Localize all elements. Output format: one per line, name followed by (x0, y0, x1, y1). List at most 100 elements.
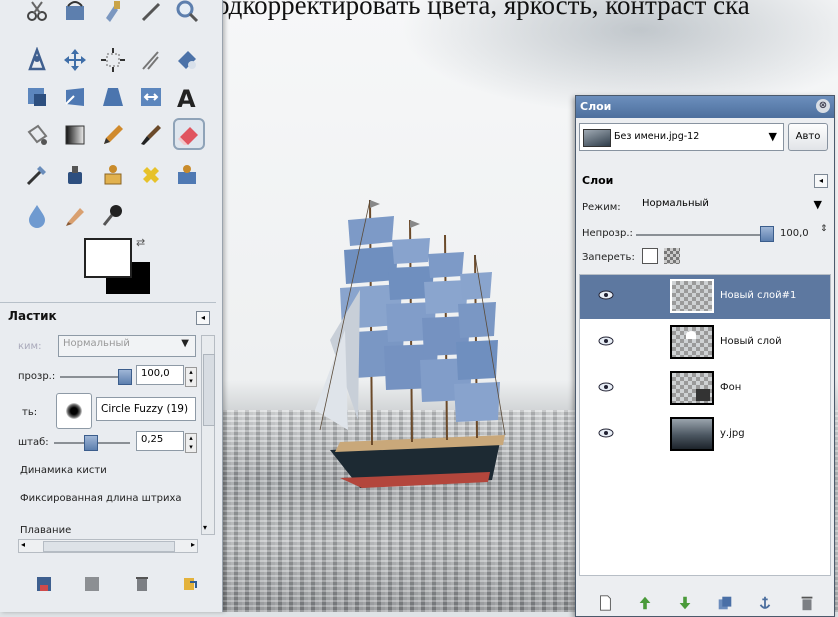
perspective-clone-icon[interactable] (172, 160, 202, 190)
layer-thumbnail (670, 279, 714, 313)
layer-row[interactable]: Новый слой (580, 321, 830, 365)
move-icon[interactable] (60, 45, 90, 75)
spinner-icon[interactable]: ⇕ (820, 224, 828, 234)
flip-icon[interactable] (98, 82, 128, 112)
new-layer-icon[interactable] (596, 594, 616, 614)
scale-icon[interactable] (172, 45, 202, 75)
airbrush-icon[interactable] (22, 160, 52, 190)
raise-layer-icon[interactable] (636, 594, 656, 614)
document-caption: еще подкорректировать цвета, яркость, ко… (150, 0, 750, 20)
lower-layer-icon[interactable] (676, 594, 696, 614)
foreground-color-swatch[interactable] (84, 238, 132, 278)
layer-name: Фон (720, 382, 742, 393)
layer-row[interactable]: Фон (580, 367, 830, 411)
vertical-scrollbar[interactable]: ▾ (201, 335, 215, 535)
rotate-icon[interactable] (136, 45, 166, 75)
layer-row[interactable]: у.jpg (580, 413, 830, 457)
measure-icon[interactable] (136, 0, 166, 26)
panel-menu-icon[interactable]: ◂ (196, 311, 210, 325)
scroll-down-icon[interactable]: ▾ (203, 523, 207, 532)
save-preset-icon[interactable] (34, 574, 54, 594)
bucket-fill-icon[interactable] (22, 120, 52, 150)
eraser-icon[interactable] (173, 118, 205, 150)
eye-icon[interactable] (598, 382, 614, 392)
mode-label: ким: (18, 341, 42, 352)
scale-slider-knob[interactable] (84, 435, 98, 451)
layer-opacity-slider-knob[interactable] (760, 226, 774, 242)
scale-value-field[interactable]: 0,25 (136, 431, 184, 451)
layer-opacity-slider-track[interactable] (636, 234, 762, 236)
image-selector[interactable]: Без имени.jpg-12 ▼ (579, 123, 784, 151)
scale-spinner[interactable]: ▴ ▾ (185, 433, 197, 453)
eye-icon[interactable] (598, 336, 614, 346)
lock-label: Запереть: (582, 252, 635, 263)
horizontal-scrollbar[interactable]: ◂ ▸ (18, 539, 198, 553)
transform-icon[interactable] (136, 82, 166, 112)
reset-icon[interactable] (180, 574, 200, 594)
scissors-icon[interactable] (22, 0, 52, 26)
brush-dynamics-option[interactable]: Динамика кисти (20, 465, 107, 476)
layer-mode-value: Нормальный (642, 198, 709, 209)
image-name: Без имени.jpg-12 (614, 131, 700, 142)
chevron-down-icon: ▼ (181, 338, 189, 349)
mode-select-value: Нормальный (63, 338, 130, 349)
mode-select[interactable]: Нормальный ▼ (58, 335, 196, 357)
ink-icon[interactable] (60, 160, 90, 190)
delete-preset-icon[interactable] (132, 574, 152, 594)
pencil-icon[interactable] (98, 120, 128, 150)
anchor-layer-icon[interactable] (756, 594, 776, 614)
next-option-clipped[interactable]: Плавание (20, 525, 71, 533)
brush-preview-icon (66, 403, 82, 419)
text-icon[interactable]: A (172, 82, 202, 112)
eye-icon[interactable] (598, 428, 614, 438)
layer-opacity-value[interactable]: 100,0 (780, 228, 809, 239)
brush-name-field[interactable]: Circle Fuzzy (19) (96, 397, 196, 421)
blend-icon[interactable] (60, 120, 90, 150)
tool-options-bottom-bar (0, 566, 216, 606)
svg-text:A: A (177, 85, 196, 110)
auto-button[interactable]: Авто (788, 123, 828, 151)
delete-layer-icon[interactable] (798, 594, 818, 614)
blur-icon[interactable] (22, 200, 52, 230)
layer-thumbnail (670, 325, 714, 359)
lock-pixels-checkbox[interactable] (642, 248, 658, 264)
scrollbar-thumb[interactable] (203, 354, 215, 426)
paths-icon[interactable] (60, 0, 90, 26)
perspective-icon[interactable] (60, 82, 90, 112)
color-indicator[interactable]: ⇄ (84, 236, 154, 296)
opacity-slider-knob[interactable] (118, 369, 132, 385)
panel-menu-icon[interactable]: ◂ (814, 174, 828, 188)
eye-icon[interactable] (598, 290, 614, 300)
zoom-icon[interactable] (172, 0, 202, 26)
scroll-right-icon[interactable]: ▸ (191, 540, 195, 549)
color-picker-icon[interactable] (98, 0, 128, 26)
scroll-left-icon[interactable]: ◂ (21, 540, 25, 549)
layers-bottom-bar (576, 590, 834, 616)
fixed-stroke-length-option[interactable]: Фиксированная длина штриха (20, 493, 182, 504)
smudge-icon[interactable] (60, 200, 90, 230)
lock-alpha-icon[interactable] (664, 248, 680, 264)
align-icon[interactable] (22, 45, 52, 75)
layer-name: Новый слой (720, 336, 782, 347)
layer-mode-select[interactable]: Нормальный ▼ (638, 196, 828, 218)
opacity-spinner[interactable]: ▴ ▾ (185, 367, 197, 387)
dodge-burn-icon[interactable] (98, 200, 128, 230)
paintbrush-icon[interactable] (136, 120, 166, 150)
layers-dialog-titlebar[interactable]: Слои ⊗ (576, 96, 834, 118)
layer-row[interactable]: Новый слой#1 (580, 275, 830, 319)
shear-icon[interactable] (22, 82, 52, 112)
hscroll-thumb[interactable] (43, 541, 175, 552)
brush-preview-button[interactable] (56, 393, 92, 429)
close-icon[interactable]: ⊗ (816, 99, 830, 113)
swap-colors-icon[interactable]: ⇄ (136, 236, 145, 249)
opacity-value-field[interactable]: 100,0 (136, 365, 184, 385)
duplicate-layer-icon[interactable] (716, 594, 736, 614)
brush-label: ть: (22, 407, 38, 418)
heal-icon[interactable] (136, 160, 166, 190)
restore-preset-icon[interactable] (82, 574, 102, 594)
layers-dialog: Слои ⊗ Без имени.jpg-12 ▼ Авто Слои ◂ Ре… (575, 95, 835, 617)
clone-icon[interactable] (98, 160, 128, 190)
layer-list: Новый слой#1 Новый слой Фон у.jpg (579, 274, 831, 576)
tool-options-panel: Ластик ◂ ким: Нормальный ▼ прозр.: 100,0… (0, 302, 216, 565)
crop-icon[interactable] (98, 45, 128, 75)
